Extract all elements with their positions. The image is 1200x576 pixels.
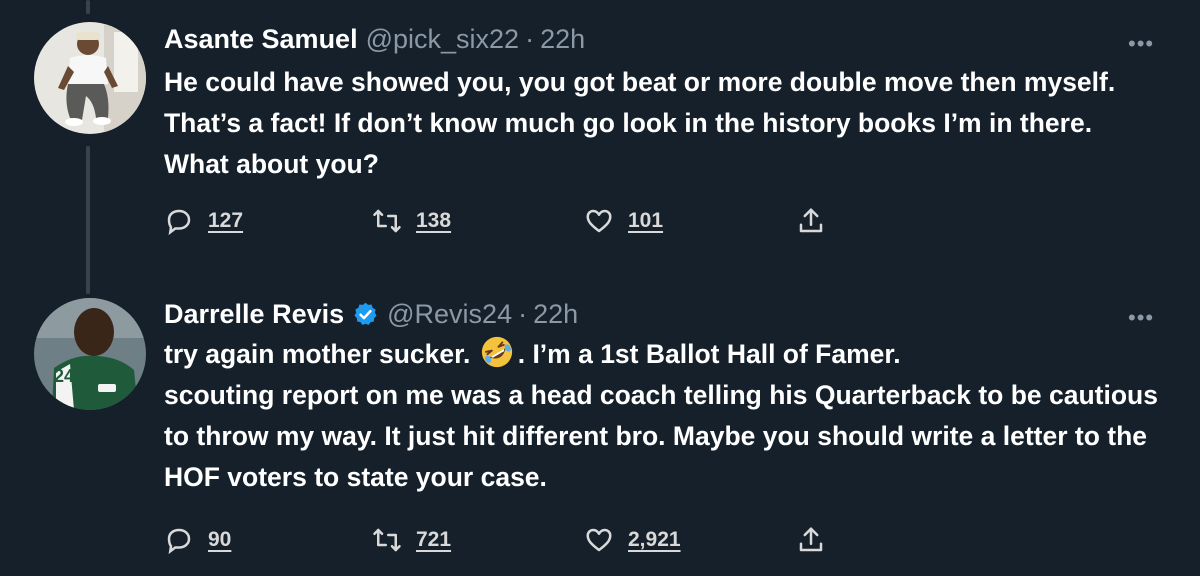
timestamp[interactable]: 22h (533, 297, 578, 331)
heart-icon (586, 209, 612, 233)
jersey-number: 24 (54, 366, 74, 386)
share-icon (799, 208, 823, 233)
display-name[interactable]: Darrelle Revis (164, 297, 344, 331)
thread-line-top (86, 0, 90, 14)
like-button[interactable]: 2,921 (584, 525, 681, 555)
username-handle[interactable]: @Revis24 (387, 297, 512, 331)
reply-count[interactable]: 127 (208, 209, 243, 233)
avatar-photo (34, 22, 146, 134)
reply-button[interactable]: 127 (164, 206, 243, 236)
retweet-icon (373, 528, 401, 552)
tweet-text: He could have showed you, you got beat o… (164, 67, 1116, 179)
verified-badge-icon[interactable] (352, 301, 379, 328)
more-options-icon[interactable]: ••• (1128, 307, 1154, 329)
rolling-on-floor-laughing-emoji-icon (481, 336, 512, 368)
retweet-count[interactable]: 138 (416, 209, 451, 233)
tweet-header: Asante Samuel @pick_six22 · 22h (164, 22, 585, 56)
reply-count[interactable]: 90 (208, 528, 231, 552)
like-count[interactable]: 101 (628, 209, 663, 233)
tweet-text: try again mother sucker. . I’m a 1st Bal… (164, 334, 1164, 498)
retweet-button[interactable]: 721 (372, 525, 451, 555)
reply-button[interactable]: 90 (164, 525, 231, 555)
retweet-count[interactable]: 721 (416, 528, 451, 552)
tweet-asante-samuel[interactable]: Asante Samuel @pick_six22 · 22h ••• He c… (0, 22, 1200, 262)
reply-icon (167, 209, 191, 236)
tweet-header: Darrelle Revis @Revis24 · 22h (164, 297, 578, 331)
tweet-darrelle-revis[interactable]: 24 Darrelle Revis @Revis24 · 22h ••• try… (0, 296, 1200, 566)
tweet-text-part-1: try again mother sucker. (164, 339, 471, 369)
tweet-actions: 90 721 2,921 (164, 525, 864, 559)
tweet-actions: 127 138 101 (164, 206, 864, 240)
separator-dot: · (525, 24, 535, 54)
share-button[interactable] (796, 525, 826, 555)
avatar-darrelle-revis[interactable]: 24 (34, 298, 146, 410)
display-name[interactable]: Asante Samuel (164, 22, 358, 56)
retweet-button[interactable]: 138 (372, 206, 451, 236)
avatar-photo: 24 (34, 298, 146, 410)
share-button[interactable] (796, 206, 826, 236)
like-count[interactable]: 2,921 (628, 528, 681, 552)
username-handle[interactable]: @pick_six22 (366, 22, 519, 56)
heart-icon (586, 528, 612, 552)
more-options-icon[interactable]: ••• (1128, 33, 1154, 55)
retweet-icon (373, 209, 401, 233)
share-icon (799, 527, 823, 552)
reply-icon (167, 528, 191, 555)
like-button[interactable]: 101 (584, 206, 663, 236)
avatar-asante-samuel[interactable] (34, 22, 146, 134)
separator-dot: · (518, 299, 528, 329)
timestamp[interactable]: 22h (540, 22, 585, 56)
